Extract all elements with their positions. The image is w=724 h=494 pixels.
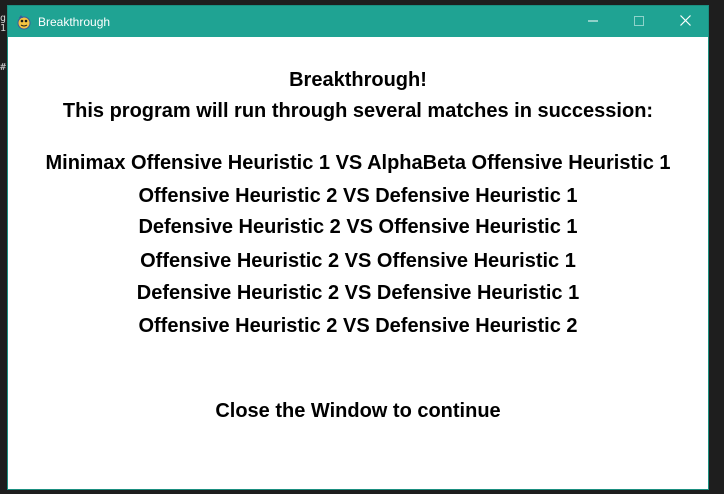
subheading: This program will run through several ma…	[62, 100, 654, 122]
match-line: Defensive Heuristic 2 VS Defensive Heuri…	[136, 282, 580, 304]
match-line: Minimax Offensive Heuristic 1 VS AlphaBe…	[45, 152, 671, 174]
maximize-button[interactable]	[616, 6, 662, 37]
close-icon	[679, 13, 691, 31]
titlebar[interactable]: Breakthrough	[8, 6, 708, 37]
heading: Breakthrough!	[289, 69, 427, 91]
game-canvas: Breakthrough! This program will run thro…	[8, 37, 708, 489]
match-line: Offensive Heuristic 2 VS Defensive Heuri…	[138, 185, 578, 207]
pygame-snake-icon	[15, 13, 33, 31]
window-controls	[570, 6, 708, 37]
window-title: Breakthrough	[38, 14, 111, 29]
maximize-icon	[634, 13, 644, 31]
app-window: Breakthrough Breakthrough! This program …	[8, 6, 708, 489]
minimize-icon	[588, 13, 598, 31]
match-line: Offensive Heuristic 2 VS Offensive Heuri…	[140, 250, 576, 272]
background-char: 1	[0, 23, 7, 34]
close-button[interactable]	[662, 6, 708, 37]
background-hash: #	[0, 62, 7, 73]
desktop-background: g 1 # Breakthrough Breakthrough! This pr…	[0, 0, 724, 494]
background-editor-text: g 1	[0, 14, 7, 34]
minimize-button[interactable]	[570, 6, 616, 37]
match-line: Defensive Heuristic 2 VS Offensive Heuri…	[138, 216, 578, 238]
footer-instruction: Close the Window to continue	[215, 400, 501, 422]
match-line: Offensive Heuristic 2 VS Defensive Heuri…	[138, 315, 578, 337]
